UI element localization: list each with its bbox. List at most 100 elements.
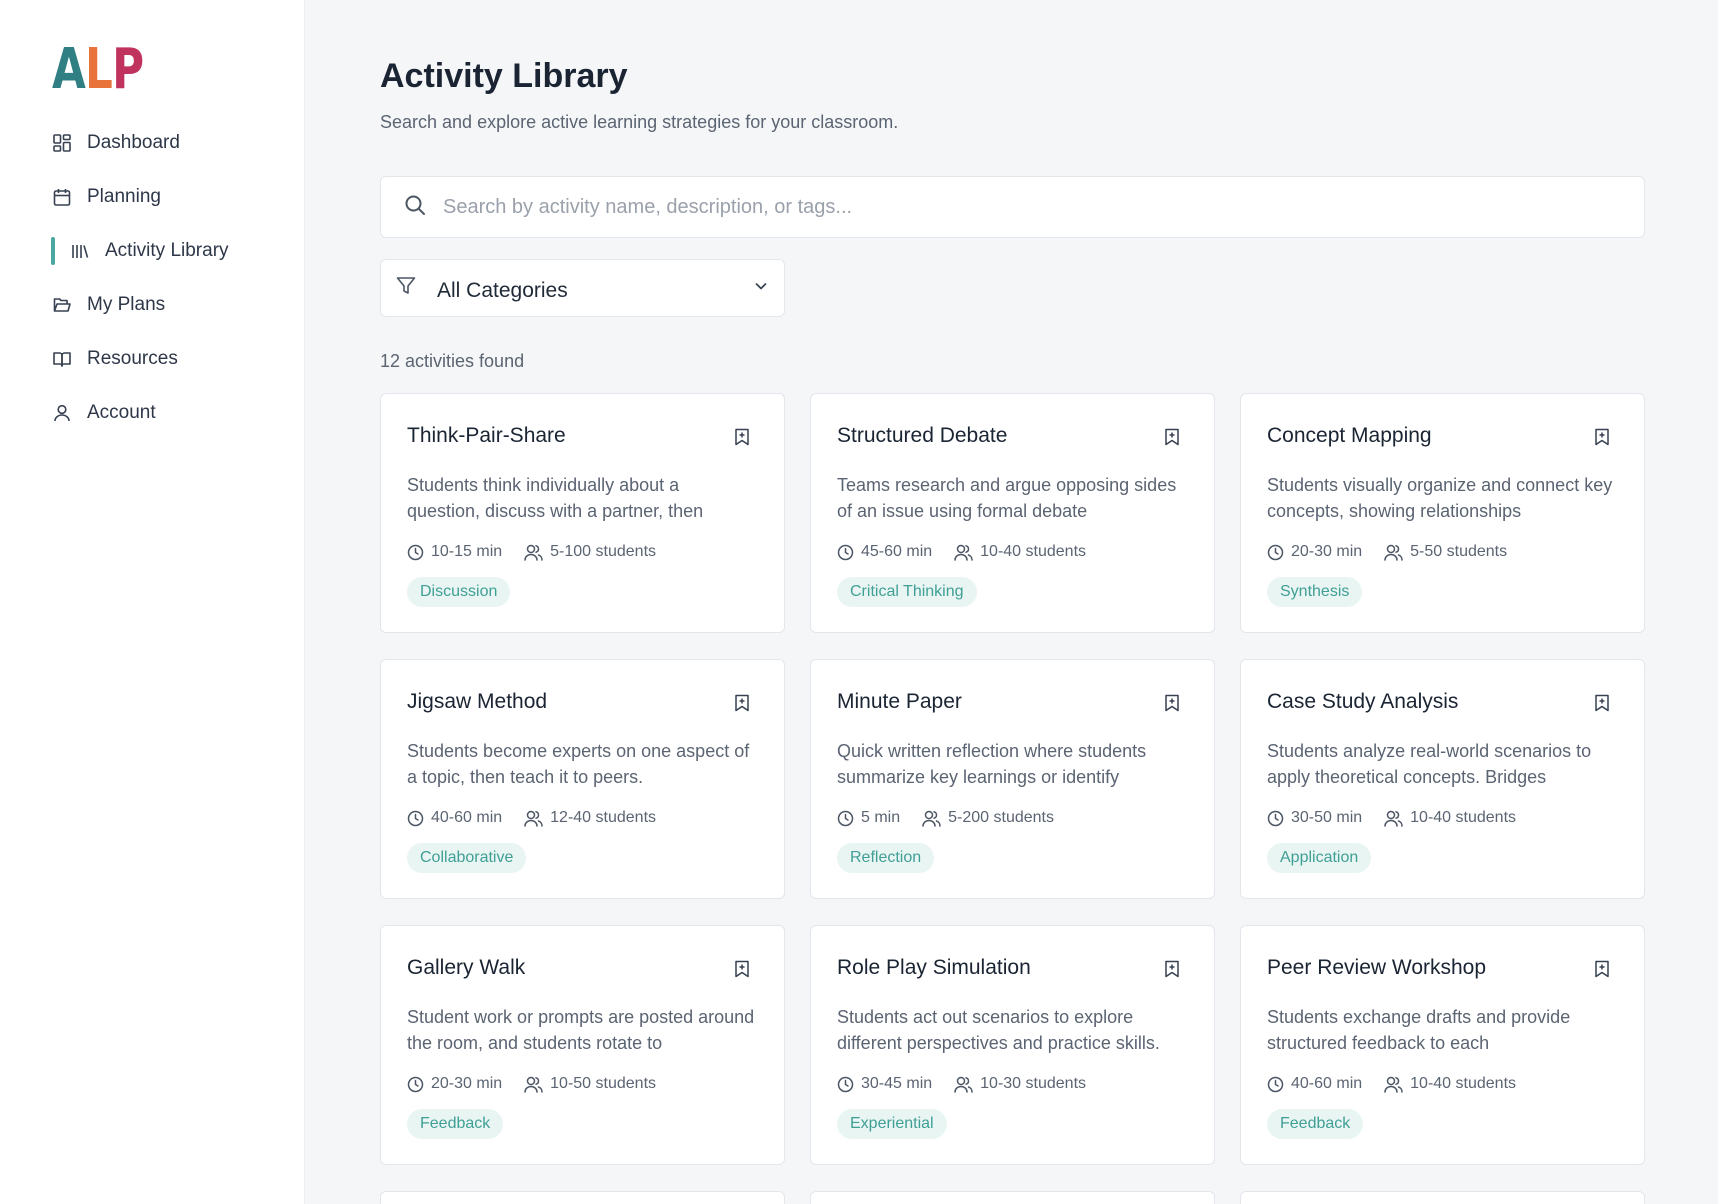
sidebar-item-label: Activity Library [105,240,229,261]
category-tag: Application [1267,843,1372,873]
user-icon [52,403,72,423]
sidebar-item-resources[interactable]: Resources [0,332,305,386]
category-tag: Feedback [1267,1109,1364,1139]
category-filter-value: All Categories [437,279,568,302]
activity-group-size: 5-50 students [1410,543,1508,560]
activity-card-partial[interactable] [1240,1191,1645,1204]
activity-title: Case Study Analysis [1267,690,1459,713]
category-tag: Experiential [837,1109,947,1139]
activity-meta: 20-30 min 10-50 students [407,1075,678,1093]
activity-meta: 30-45 min 10-30 students [837,1075,1108,1093]
activity-card[interactable]: Think-Pair-Share Students think individu… [380,393,785,633]
activity-duration: 40-60 min [1291,1075,1363,1092]
sidebar-item-label: Dashboard [87,132,180,153]
activity-description: Teams research and argue opposing sides … [837,475,1177,521]
activity-meta: 45-60 min 10-40 students [837,543,1108,561]
bookmark-icon[interactable] [1594,960,1610,983]
results-count: 12 activities found [380,351,525,371]
bookmark-icon[interactable] [1594,694,1610,717]
bookmark-icon[interactable] [1164,428,1180,451]
sidebar-item-account[interactable]: Account [0,386,305,440]
activity-card-partial[interactable] [380,1191,785,1204]
search-input[interactable] [443,195,1644,219]
activity-duration: 10-15 min [431,543,503,560]
dashboard-icon [52,133,72,153]
activity-duration: 5 min [861,809,901,826]
activity-group-size: 5-100 students [550,543,657,560]
activity-title: Role Play Simulation [837,956,1031,979]
activity-card[interactable]: Jigsaw Method Students become experts on… [380,659,785,899]
category-tag: Reflection [837,843,935,873]
bookmark-icon[interactable] [734,428,750,451]
activity-description: Quick written reflection where students … [837,741,1147,787]
sidebar-item-label: Planning [87,186,161,207]
bookmark-icon[interactable] [1164,960,1180,983]
sidebar-item-activity-library[interactable]: Activity Library [0,224,305,278]
activity-card[interactable]: Minute Paper Quick written reflection wh… [810,659,1215,899]
clock-icon [1267,544,1284,560]
users-icon [1384,1076,1403,1093]
activity-description: Students exchange drafts and provide str… [1267,1007,1571,1053]
category-tag: Synthesis [1267,577,1363,607]
activity-title: Peer Review Workshop [1267,956,1487,979]
users-icon [524,544,543,561]
bookmark-icon[interactable] [734,694,750,717]
bookmark-icon[interactable] [734,960,750,983]
sidebar-item-label: Account [87,402,156,423]
sidebar-item-dashboard[interactable]: Dashboard [0,116,305,170]
activity-card[interactable]: Role Play Simulation Students act out sc… [810,925,1215,1165]
category-filter-select[interactable]: All Categories [380,259,785,317]
users-icon [524,1076,543,1093]
clock-icon [837,544,854,560]
activity-group-size: 10-40 students [1410,809,1517,826]
sidebar-item-label: Resources [87,348,178,369]
activity-meta: 5 min 5-200 students [837,809,1076,827]
clock-icon [407,544,424,560]
search-icon [403,193,427,222]
activity-card[interactable]: Structured Debate Teams research and arg… [810,393,1215,633]
activity-group-size: 10-50 students [550,1075,657,1092]
activity-card-partial[interactable] [810,1191,1215,1204]
page-title: Activity Library [380,57,628,95]
activity-title: Structured Debate [837,424,1008,447]
chevron-down-icon [754,279,768,298]
sidebar-item-planning[interactable]: Planning [0,170,305,224]
users-icon [1384,544,1403,561]
clock-icon [837,1076,854,1092]
activity-description: Students visually organize and connect k… [1267,475,1613,521]
users-icon [1384,810,1403,827]
activity-card[interactable]: Peer Review Workshop Students exchange d… [1240,925,1645,1165]
sidebar-item-my-plans[interactable]: My Plans [0,278,305,332]
search-box[interactable] [380,176,1645,238]
activity-card[interactable]: Gallery Walk Student work or prompts are… [380,925,785,1165]
activity-description: Students think individually about a ques… [407,475,704,521]
category-tag: Collaborative [407,843,527,873]
activity-title: Minute Paper [837,690,962,713]
sidebar-item-label: My Plans [87,294,166,315]
activity-title: Think-Pair-Share [407,424,566,447]
bookmark-icon[interactable] [1164,694,1180,717]
activity-group-size: 5-200 students [948,809,1054,826]
clock-icon [1267,810,1284,826]
activity-description: Students analyze real-world scenarios to… [1267,741,1592,787]
activity-group-size: 12-40 students [550,809,657,826]
activity-title: Gallery Walk [407,956,526,979]
app-logo[interactable]: ALP [52,42,169,98]
clock-icon [407,810,424,826]
page-subtitle: Search and explore active learning strat… [380,112,899,132]
bookmark-icon[interactable] [1594,428,1610,451]
category-tag: Critical Thinking [837,577,977,607]
sidebar: ALP Dashboard Planning Activity Library … [0,0,305,1204]
activity-card[interactable]: Concept Mapping Students visually organi… [1240,393,1645,633]
activity-meta: 30-50 min 10-40 students [1267,809,1538,827]
folder-icon [52,295,72,315]
users-icon [524,810,543,827]
activity-card[interactable]: Case Study Analysis Students analyze rea… [1240,659,1645,899]
clock-icon [407,1076,424,1092]
clock-icon [1267,1076,1284,1092]
category-tag: Discussion [407,577,511,607]
users-icon [954,544,973,561]
activity-meta: 40-60 min 12-40 students [407,809,678,827]
activity-meta: 20-30 min 5-50 students [1267,543,1529,561]
activity-description: Students become experts on one aspect of… [407,741,750,787]
